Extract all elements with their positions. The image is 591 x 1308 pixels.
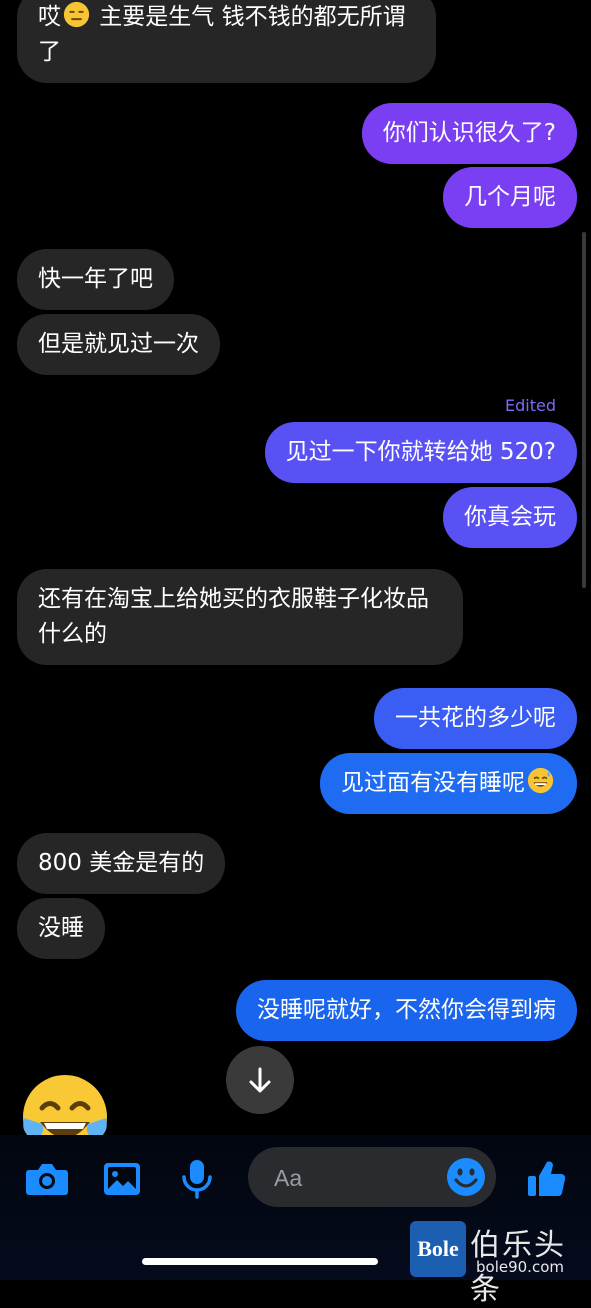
- camera-button[interactable]: [23, 1155, 71, 1203]
- watermark: Bole 伯乐头条 bole90.com: [408, 1218, 591, 1307]
- message-bubble-outgoing[interactable]: 见过一下你就转给她 520?: [264, 422, 577, 483]
- message-text: 一共花的多少呢: [395, 705, 556, 731]
- grinning-sweat-face-icon: [527, 767, 554, 794]
- message-text: 你们认识很久了?: [382, 120, 556, 146]
- message-text: 见过面有没有睡呢: [341, 770, 525, 796]
- microphone-icon: [182, 1160, 212, 1199]
- message-text: 哎: [38, 4, 61, 30]
- like-button[interactable]: [523, 1155, 571, 1203]
- chat-thread: 哎 主要是生气 钱不钱的都无所谓了 你们认识很久了? 几个月呢 快一年了吧 但是…: [0, 0, 591, 1135]
- message-text: 800 美金是有的: [38, 850, 205, 876]
- message-bubble-incoming[interactable]: 哎 主要是生气 钱不钱的都无所谓了: [17, 0, 436, 83]
- message-text: 见过一下你就转给她 520?: [285, 439, 556, 465]
- voice-button[interactable]: [173, 1155, 221, 1203]
- message-bubble-incoming[interactable]: 800 美金是有的: [17, 833, 226, 894]
- expressionless-face-icon: [63, 1, 90, 28]
- scroll-to-bottom-button[interactable]: [226, 1046, 294, 1114]
- watermark-logo: Bole: [410, 1221, 466, 1277]
- watermark-url: bole90.com: [476, 1258, 564, 1276]
- image-icon: [104, 1163, 140, 1195]
- message-text: 但是就见过一次: [38, 331, 199, 357]
- message-bubble-outgoing[interactable]: 一共花的多少呢: [374, 688, 577, 749]
- message-bubble-outgoing[interactable]: 你真会玩: [443, 487, 577, 548]
- message-bubble-outgoing[interactable]: 见过面有没有睡呢: [320, 753, 577, 814]
- message-bubble-outgoing[interactable]: 你们认识很久了?: [361, 103, 577, 164]
- message-bubble-incoming[interactable]: 还有在淘宝上给她买的衣服鞋子化妆品什么的: [17, 569, 463, 665]
- message-text: 快一年了吧: [38, 266, 153, 292]
- message-input-container[interactable]: [248, 1147, 496, 1207]
- edited-label: Edited: [505, 396, 556, 415]
- message-input[interactable]: [272, 1157, 436, 1199]
- home-indicator[interactable]: [142, 1258, 378, 1265]
- message-bubble-outgoing[interactable]: 几个月呢: [443, 167, 577, 228]
- gallery-button[interactable]: [98, 1155, 146, 1203]
- message-text: 主要是生气 钱不钱的都无所谓了: [38, 4, 406, 65]
- scrollbar[interactable]: [582, 232, 586, 588]
- message-bubble-incoming[interactable]: 没睡: [17, 898, 105, 959]
- thumbs-up-icon: [528, 1161, 566, 1197]
- camera-icon: [26, 1164, 68, 1195]
- arrow-down-icon: [249, 1067, 271, 1093]
- message-bubble-incoming[interactable]: 快一年了吧: [17, 249, 174, 310]
- emoji-icon[interactable]: [446, 1157, 486, 1197]
- message-text: 你真会玩: [464, 504, 556, 530]
- message-bubble-incoming[interactable]: 但是就见过一次: [17, 314, 220, 375]
- message-text: 没睡呢就好，不然你会得到病: [257, 997, 556, 1023]
- message-text: 没睡: [38, 915, 84, 941]
- tears-of-joy-face-icon[interactable]: [20, 1072, 110, 1135]
- message-text: 几个月呢: [464, 184, 556, 210]
- message-text: 还有在淘宝上给她买的衣服鞋子化妆品什么的: [38, 586, 429, 647]
- message-bubble-outgoing[interactable]: 没睡呢就好，不然你会得到病: [236, 980, 577, 1041]
